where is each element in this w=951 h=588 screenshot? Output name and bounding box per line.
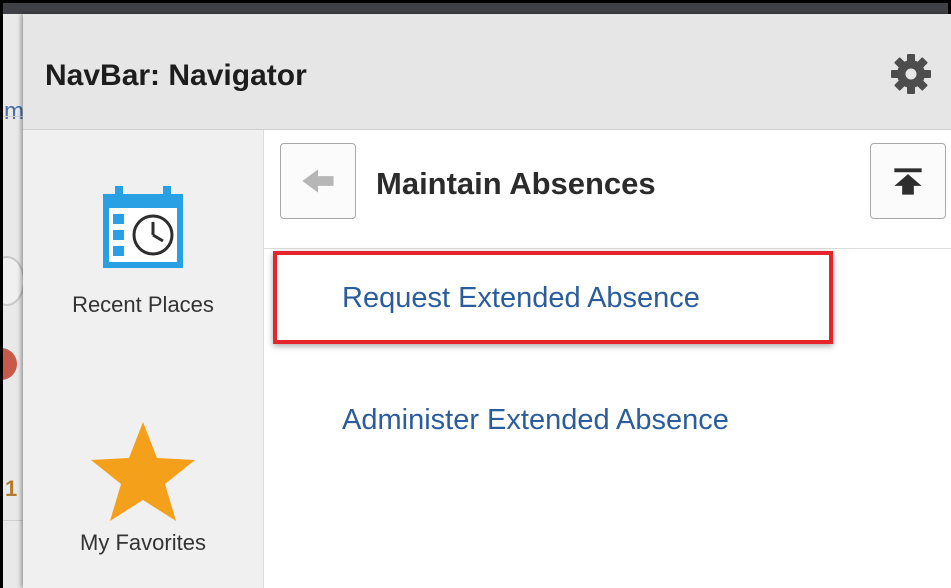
arrow-left-icon xyxy=(302,169,334,193)
scroll-to-top-button[interactable] xyxy=(870,143,946,219)
background-text-fragment: 1 xyxy=(5,476,18,501)
recent-places-label: Recent Places xyxy=(72,292,214,317)
background-button-fragment xyxy=(3,256,25,306)
back-button[interactable] xyxy=(280,143,356,219)
my-favorites-tile[interactable]: My Favorites xyxy=(23,420,263,556)
star-icon xyxy=(91,422,195,521)
recent-places-tile[interactable]: Recent Places xyxy=(23,182,263,318)
folder-title: Maintain Absences xyxy=(376,166,656,201)
page-title: NavBar: Navigator xyxy=(45,59,307,92)
background-badge-fragment xyxy=(3,348,17,380)
arrow-up-to-top-icon xyxy=(894,168,922,195)
administer-extended-absence-link[interactable]: Administer Extended Absence xyxy=(342,404,729,437)
my-favorites-label: My Favorites xyxy=(80,530,206,555)
divider xyxy=(3,520,25,521)
background-text-fragment: m xyxy=(4,98,24,125)
calendar-clock-icon xyxy=(103,186,183,268)
navbar-header: NavBar: Navigator xyxy=(23,14,951,130)
navbar-sidebar: Recent Places My Favorites xyxy=(23,130,264,588)
folder-content: Maintain Absences Request Extended Absen… xyxy=(264,130,951,588)
divider xyxy=(3,116,25,117)
background-page-strip: m 1 xyxy=(3,14,25,588)
navbar-panel: NavBar: Navigator Recent Places My Favor… xyxy=(23,14,951,588)
highlight-annotation-box xyxy=(273,251,833,344)
gear-icon xyxy=(891,54,931,94)
settings-button[interactable] xyxy=(889,52,933,96)
folder-header: Maintain Absences xyxy=(264,130,951,249)
